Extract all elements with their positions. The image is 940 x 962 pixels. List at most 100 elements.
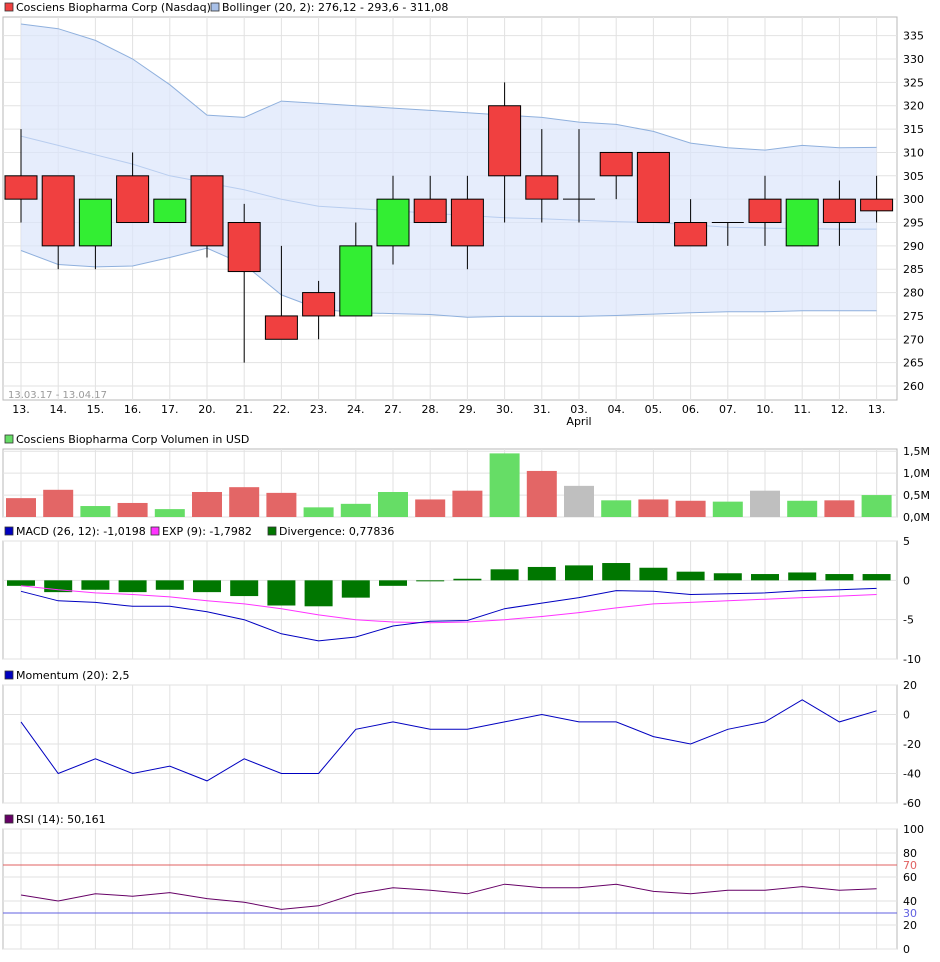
rsi-y-tick-label: 40 (903, 895, 917, 908)
volume-bar (266, 492, 297, 517)
x-tick-label: 07. (719, 403, 737, 416)
volume-y-tick-label: 1,0M (903, 467, 930, 480)
month-label: April (566, 415, 591, 428)
candle-body (302, 292, 336, 317)
macd-divergence-bar (341, 580, 370, 598)
macd-divergence-bar (490, 569, 519, 581)
price-y-tick-label: 325 (903, 76, 924, 89)
x-tick-label: 21. (235, 403, 253, 416)
price-y-tick-label: 320 (903, 100, 924, 113)
momentum-y-tick-label: -20 (903, 738, 921, 751)
macd-y-tick-label: -10 (903, 653, 921, 666)
x-tick-label: 17. (161, 403, 179, 416)
momentum-legend-item: Momentum (20): 2,5 (16, 669, 129, 682)
x-tick-label: 27. (384, 403, 402, 416)
price-legend-item-swatch (210, 2, 220, 12)
candle-body (116, 175, 150, 224)
volume-legend-item-swatch (4, 434, 14, 444)
volume-bar (675, 500, 706, 517)
momentum-y-tick-label: 20 (903, 679, 917, 692)
price-y-tick-label: 285 (903, 263, 924, 276)
x-tick-label: 15. (87, 403, 105, 416)
volume-y-tick-label: 0,5M (903, 489, 930, 502)
volume-bar (303, 507, 334, 517)
price-y-tick-label: 265 (903, 357, 924, 370)
rsi-y-tick-label: 60 (903, 871, 917, 884)
volume-bar (526, 470, 557, 517)
volume-bar (750, 490, 780, 517)
volume-y-tick-label: 0,0M (903, 511, 930, 524)
macd-divergence-bar (416, 580, 445, 582)
momentum-y-tick-label: -60 (903, 797, 921, 810)
x-tick-label: 05. (645, 403, 663, 416)
candle-body (339, 245, 373, 317)
macd-divergence-bar (862, 574, 891, 581)
candle-body (153, 198, 187, 224)
x-tick-label: 20. (198, 403, 216, 416)
macd-legend-item: MACD (26, 12): -1,0198 (16, 525, 146, 538)
price-legend-item: Bollinger (20, 2): 276,12 - 293,6 - 311,… (222, 1, 448, 14)
candle-body (822, 198, 856, 224)
x-tick-label: 14. (49, 403, 67, 416)
macd-divergence-bar (304, 580, 333, 607)
macd-legend-item-swatch (267, 526, 277, 536)
date-range-label: 13.03.17 - 13.04.17 (8, 390, 107, 401)
volume-bar (564, 485, 594, 517)
panel-frame-macd (2, 540, 898, 660)
price-y-tick-label: 260 (903, 380, 924, 393)
volume-bar (378, 491, 408, 517)
volume-bar (80, 506, 111, 517)
x-tick-label: 16. (124, 403, 142, 416)
rsi-y-tick-label: 80 (903, 847, 917, 860)
candle-body (376, 198, 410, 247)
volume-bar (824, 500, 855, 517)
rsi-y-tick-label: 100 (903, 823, 924, 836)
macd-divergence-bar (639, 567, 668, 581)
macd-y-tick-label: 5 (903, 535, 910, 548)
macd-divergence-bar (230, 580, 259, 597)
macd-divergence-bar (267, 580, 296, 606)
candle-body (227, 222, 261, 273)
candle-body (860, 198, 894, 212)
price-y-tick-label: 290 (903, 240, 924, 253)
macd-divergence-bar (81, 580, 110, 590)
price-y-tick-label: 310 (903, 146, 924, 159)
momentum-legend-item-swatch (4, 670, 14, 680)
x-tick-label: 10. (756, 403, 774, 416)
macd-divergence-bar (565, 565, 593, 581)
x-tick-label: 30. (496, 403, 514, 416)
price-legend-item-swatch (4, 2, 14, 12)
volume-bar (415, 499, 446, 517)
rsi-y-tick-label: 0 (903, 943, 910, 956)
price-y-tick-label: 300 (903, 193, 924, 206)
volume-y-tick-label: 1,5M (903, 445, 930, 458)
candle-body (78, 198, 112, 247)
candle-body (636, 151, 670, 224)
volume-bar (192, 491, 222, 517)
x-tick-label: 31. (533, 403, 551, 416)
candle-body (525, 175, 559, 200)
macd-divergence-bar (155, 580, 184, 590)
volume-bar (340, 503, 371, 517)
volume-bar (489, 453, 520, 517)
macd-divergence-bar (788, 572, 817, 581)
x-tick-label: 29. (459, 403, 477, 416)
volume-bar (154, 509, 185, 517)
macd-divergence-bar (118, 580, 147, 593)
x-tick-label: 24. (347, 403, 365, 416)
rsi-legend-item-swatch (4, 814, 14, 824)
volume-bar (601, 500, 632, 517)
x-tick-label: 13. (12, 403, 30, 416)
macd-legend-item-swatch (4, 526, 14, 536)
panel-frame-rsi (2, 828, 898, 950)
volume-bar (452, 490, 483, 517)
candle-body (450, 198, 484, 247)
momentum-y-tick-label: -40 (903, 768, 921, 781)
candle-body (413, 198, 447, 224)
candle-body (488, 105, 522, 177)
x-tick-label: 13. (868, 403, 886, 416)
price-legend-item: Cosciens Biopharma Corp (Nasdaq) (16, 1, 211, 14)
momentum-y-tick-label: 0 (903, 709, 910, 722)
macd-divergence-bar (825, 574, 854, 581)
price-y-tick-label: 270 (903, 333, 924, 346)
